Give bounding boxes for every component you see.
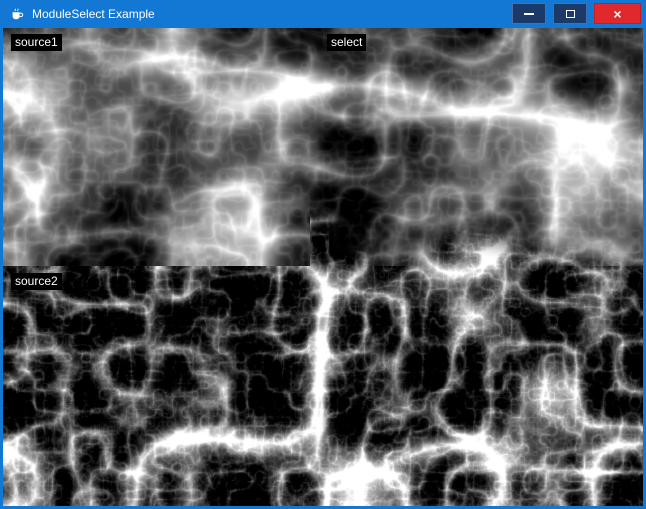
window-title: ModuleSelect Example: [32, 7, 155, 21]
label-source1: source1: [11, 34, 62, 51]
app-window: ModuleSelect Example × source1 select so…: [0, 0, 646, 509]
maximize-button[interactable]: [553, 3, 587, 24]
maximize-icon: [566, 10, 575, 18]
label-source2: source2: [11, 273, 62, 290]
render-area: source1 select source2: [3, 28, 643, 506]
label-select: select: [327, 34, 366, 51]
minimize-button[interactable]: [512, 3, 546, 24]
window-controls: ×: [512, 3, 641, 24]
close-button[interactable]: ×: [594, 3, 641, 24]
titlebar[interactable]: ModuleSelect Example ×: [0, 0, 646, 28]
java-app-icon: [9, 6, 25, 22]
source1-noise-canvas: [3, 28, 310, 267]
minimize-icon: [524, 13, 534, 15]
source2-noise-canvas: [3, 266, 643, 506]
